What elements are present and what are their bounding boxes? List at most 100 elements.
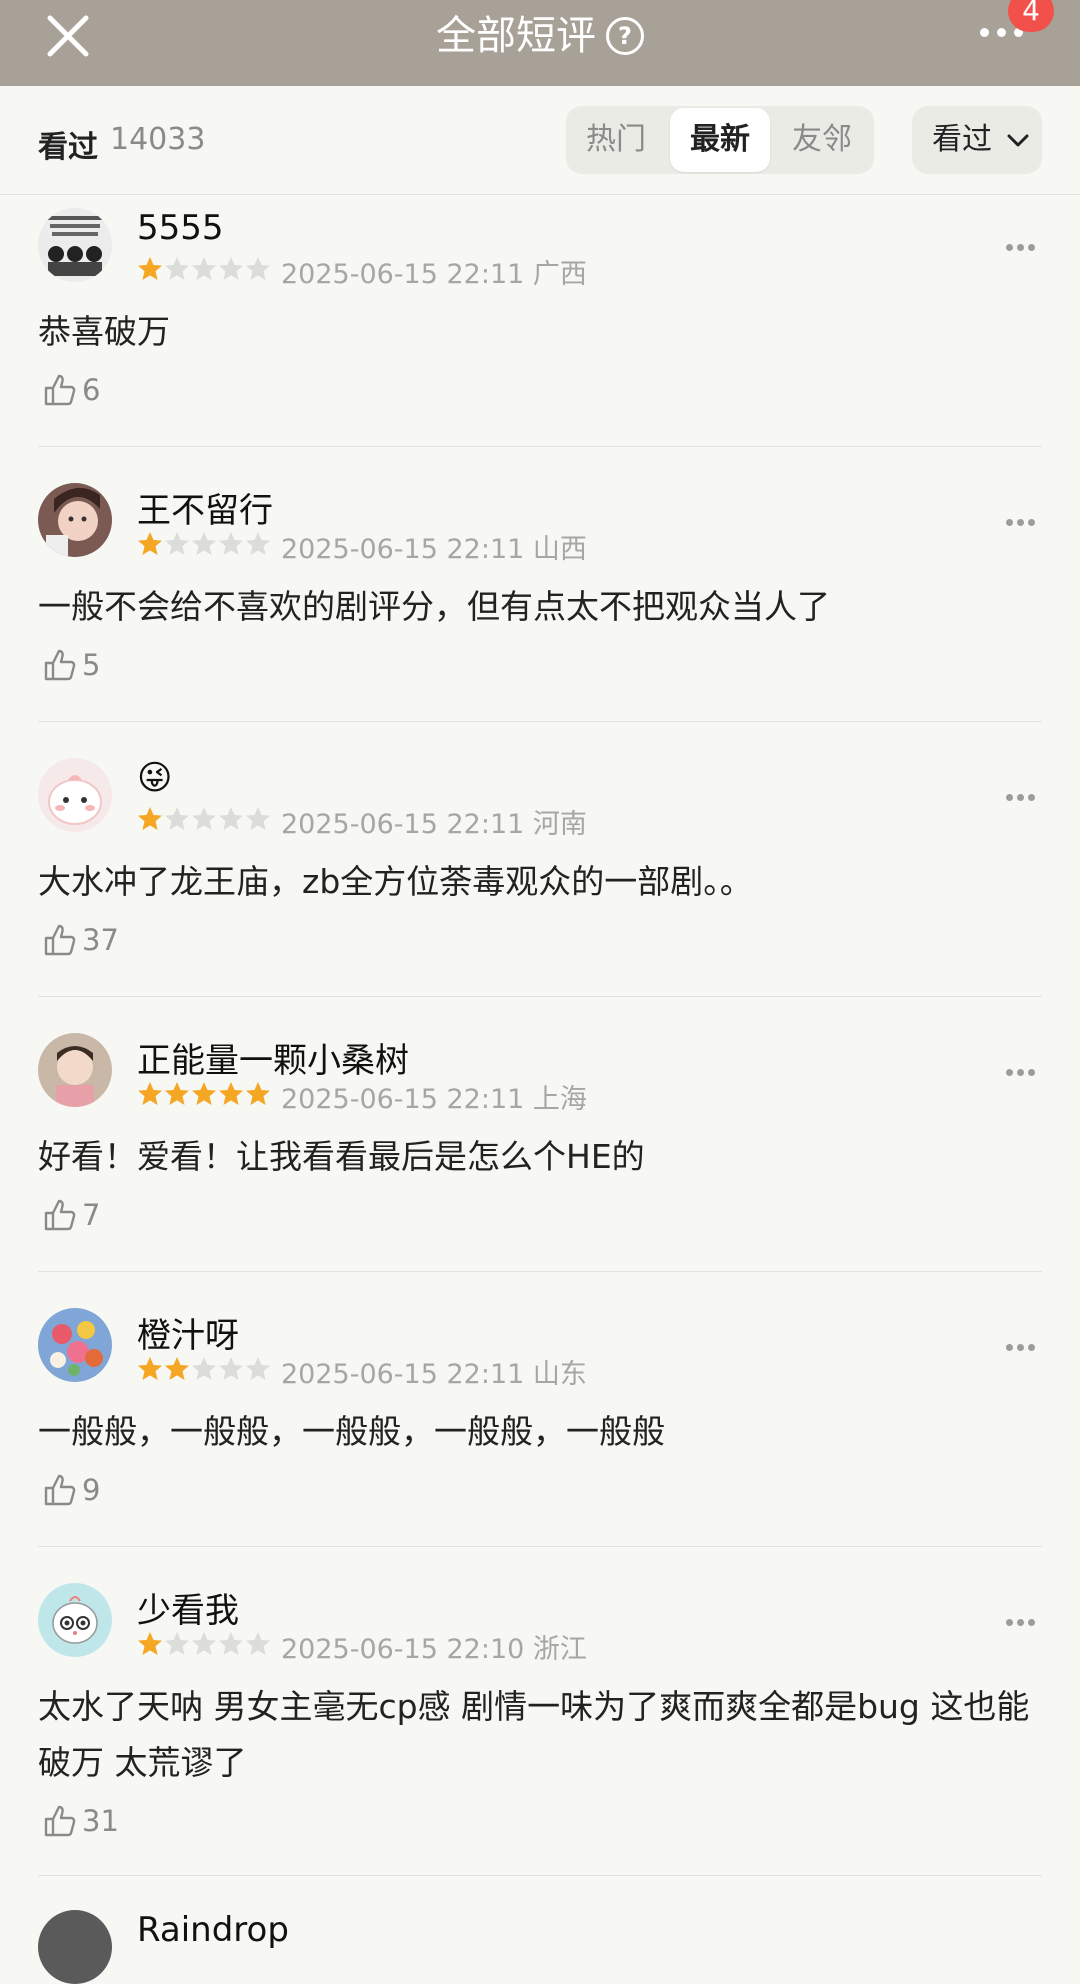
star-rating [137,256,272,282]
dot-icon [1006,1069,1013,1076]
tab-hot[interactable]: 热门 [566,106,666,174]
review-content: 好看！爱看！让我看看最后是怎么个HE的 [38,1137,645,1176]
like-count: 31 [82,1804,119,1838]
like-button[interactable]: 7 [42,1197,100,1237]
star-filled-icon [165,1082,189,1105]
tab-latest[interactable]: 最新 [670,108,770,172]
star-empty-icon [192,1632,216,1655]
star-filled-icon [138,1082,162,1105]
star-rating [137,1081,272,1107]
like-count: 5 [82,648,101,682]
star-empty-icon [246,257,270,280]
dot-icon [1028,244,1035,251]
dot-icon [980,28,989,37]
tab-friends[interactable]: 友邻 [772,106,872,174]
like-button[interactable]: 31 [42,1803,119,1843]
username[interactable]: 😜 [137,758,172,798]
star-filled-icon [165,1357,189,1380]
dot-icon [1006,794,1013,801]
star-empty-icon [246,532,270,555]
review-date: 2025-06-15 22:11 [281,534,525,565]
page-title-wrap: 全部短评? [0,4,1080,66]
review-content: 大水冲了龙王庙，zb全方位荼毒观众的一部剧。。 [38,862,753,901]
star-empty-icon [192,257,216,280]
star-empty-icon [165,532,189,555]
divider [38,1271,1042,1272]
thumbs-up-icon [44,649,76,681]
avatar[interactable] [38,1910,112,1984]
dot-icon [1017,794,1024,801]
like-button[interactable]: 9 [42,1472,100,1512]
thumbs-up-icon [44,1199,76,1231]
star-empty-icon [246,1632,270,1655]
review-more-button[interactable] [1006,511,1042,526]
chevron-down-icon [1007,134,1029,146]
avatar[interactable] [38,1033,112,1107]
review-region: 上海 [532,1084,587,1115]
seen-label: 看过 [38,130,98,165]
review-region: 河南 [532,809,587,840]
review-meta: 2025-06-15 22:11 河南 [281,802,587,841]
page-title: 全部短评 [436,13,596,59]
seen-count: 14033 [110,122,206,157]
review-more-button[interactable] [1006,786,1042,801]
avatar[interactable] [38,1583,112,1657]
review-more-button[interactable] [1006,1061,1042,1076]
username[interactable]: 少看我 [137,1583,239,1632]
username[interactable]: Raindrop [137,1910,289,1950]
review-meta: 2025-06-15 22:11 山东 [281,1352,587,1391]
star-empty-icon [219,807,243,830]
thumbs-up-icon [44,1474,76,1506]
star-filled-icon [138,532,162,555]
review-content: 一般般，一般般，一般般，一般般，一般般 [38,1412,665,1451]
dot-icon [1006,244,1013,251]
thumbs-up-icon [44,374,76,406]
review-content: 恭喜破万 [38,312,170,351]
divider [38,996,1042,997]
avatar[interactable] [38,1308,112,1382]
star-empty-icon [192,807,216,830]
avatar[interactable] [38,758,112,832]
like-button[interactable]: 6 [42,372,100,412]
review-meta: 2025-06-15 22:11 山西 [281,527,587,566]
review-more-button[interactable] [1006,236,1042,251]
star-rating [137,1631,272,1657]
seen-filter-label: 看过 [932,122,992,157]
star-empty-icon [246,1357,270,1380]
sort-tabs: 热门 最新 友邻 [566,106,874,174]
dot-icon [1006,1619,1013,1626]
dot-icon [1028,1344,1035,1351]
like-button[interactable]: 5 [42,647,100,687]
star-filled-icon [219,1082,243,1105]
avatar[interactable] [38,208,112,282]
help-icon[interactable]: ? [606,17,644,55]
dot-icon [1006,1344,1013,1351]
star-empty-icon [246,807,270,830]
divider [38,1875,1042,1876]
avatar[interactable] [38,483,112,557]
star-rating [137,531,272,557]
star-filled-icon [192,1082,216,1105]
username[interactable]: 橙汁呀 [137,1308,239,1357]
username[interactable]: 5555 [137,208,224,248]
dot-icon [1028,1619,1035,1626]
like-count: 7 [82,1198,101,1232]
like-button[interactable]: 37 [42,922,119,962]
star-empty-icon [219,1357,243,1380]
review-more-button[interactable] [1006,1611,1042,1626]
review-content: 太水了天呐 男女主毫无cp感 剧情一味为了爽而爽全都是bug 这也能破万 太荒谬… [38,1687,1030,1782]
username[interactable]: 正能量一颗小桑树 [137,1033,409,1082]
divider [38,721,1042,722]
star-filled-icon [138,1632,162,1655]
dot-icon [1028,519,1035,526]
star-empty-icon [219,257,243,280]
like-count: 6 [82,373,101,407]
star-filled-icon [138,1357,162,1380]
review-date: 2025-06-15 22:11 [281,809,525,840]
username[interactable]: 王不留行 [137,483,273,532]
seen-filter-dropdown[interactable]: 看过 [912,106,1042,174]
dot-icon [997,28,1006,37]
review-region: 浙江 [532,1634,587,1665]
review-more-button[interactable] [1006,1336,1042,1351]
review-meta: 2025-06-15 22:11 广西 [281,252,587,291]
